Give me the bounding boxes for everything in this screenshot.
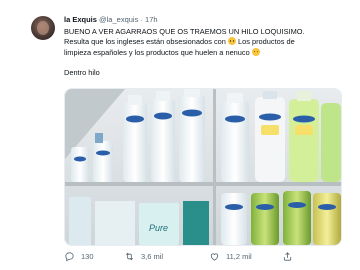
pure-label: Pure [149, 223, 168, 233]
tweet-line-1: BUENO A VER AGARRAOS QUE OS TRAEMOS UN H… [64, 27, 305, 36]
shelf-edge [65, 182, 341, 186]
reply-count: 130 [81, 251, 94, 261]
tweet-time[interactable]: 17h [145, 15, 158, 24]
tweet-line-2: Resulta que los ingleses están obsesiona… [64, 37, 346, 47]
author-handle[interactable]: @la_exquis [99, 15, 138, 24]
like-button[interactable]: 11,2 mil [209, 248, 252, 264]
share-button[interactable] [282, 248, 293, 264]
tweet-line-4: Dentro hilo [64, 67, 100, 77]
nenuco-bottles-top-right [221, 91, 341, 182]
retweet-count: 3,6 mil [141, 251, 164, 261]
retweet-icon [125, 252, 134, 260]
reply-button[interactable]: 130 [64, 248, 94, 264]
reply-icon [65, 251, 74, 261]
share-icon [283, 251, 292, 261]
separator: · [140, 15, 143, 24]
retweet-button[interactable]: 3,6 mil [124, 248, 163, 264]
tweet-text: BUENO A VER AGARRAOS QUE OS TRAEMOS UN H… [64, 27, 346, 78]
tweet-header: la Exquis @la_exquis · 17h [64, 15, 158, 25]
tweet-line-2-tail: Los productos de [238, 37, 295, 47]
tweet-actions: 130 3,6 mil 11,2 mil [64, 248, 344, 264]
shelf-photo: Pure [65, 89, 341, 245]
tweet-line-2-text: Resulta que los ingleses están obsesiona… [64, 37, 226, 47]
tweet-line-3: limpieza españoles y los productos que h… [64, 47, 346, 58]
tweet-line-3-text: limpieza españoles y los productos que h… [64, 47, 250, 57]
surprised-face-emoji-icon [227, 37, 236, 46]
avatar[interactable] [31, 16, 55, 40]
author-name[interactable]: la Exquis [64, 15, 97, 24]
tweet-photo[interactable]: Pure [64, 88, 342, 246]
like-count: 11,2 mil [226, 251, 252, 261]
heart-icon [210, 252, 219, 261]
surprised-face-emoji-icon [251, 47, 260, 56]
